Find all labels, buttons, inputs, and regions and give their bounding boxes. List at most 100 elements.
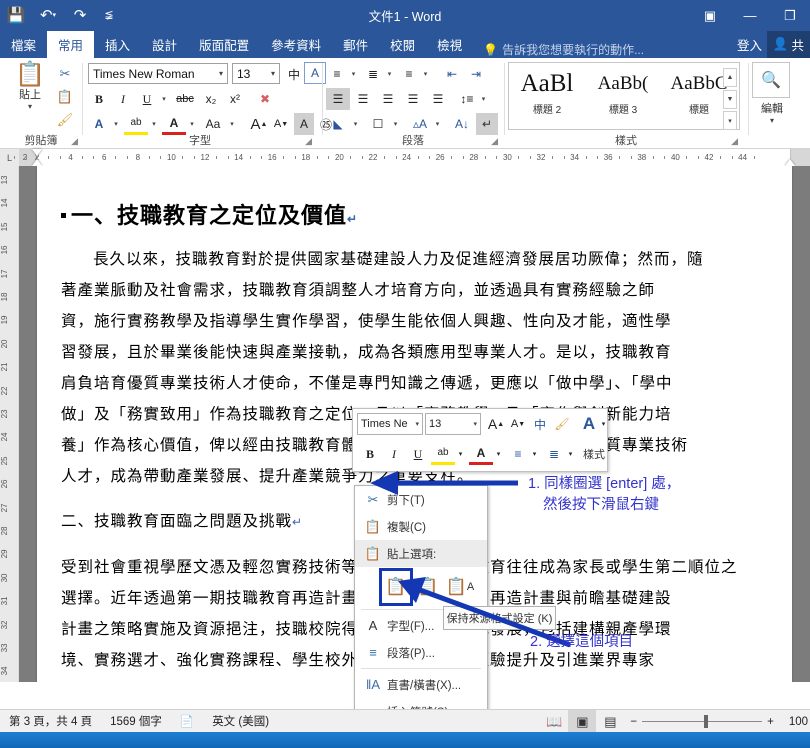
- mini-grow-font-icon[interactable]: A ▲: [485, 413, 507, 435]
- proofing-errors-icon[interactable]: 📄: [171, 714, 203, 728]
- chevron-down-icon[interactable]: ▾: [268, 69, 275, 78]
- zoom-slider[interactable]: − +: [624, 715, 779, 728]
- styles-gallery[interactable]: AaBl 標題 2 AaBb( 標題 3 AaBbC 標題 ▲ ▼ ▾: [508, 62, 740, 130]
- language-indicator[interactable]: 英文 (美國): [203, 713, 278, 729]
- first-line-indent-marker[interactable]: [32, 149, 42, 156]
- zoom-thumb[interactable]: [704, 715, 709, 728]
- decrease-indent-icon[interactable]: ⇤: [440, 63, 464, 85]
- ribbon-display-options-icon[interactable]: ▣: [690, 0, 730, 31]
- underline-button[interactable]: U: [136, 88, 158, 110]
- zoom-level[interactable]: 100: [780, 716, 810, 728]
- zoom-out-button[interactable]: −: [630, 716, 637, 728]
- tab-design[interactable]: 設計: [141, 31, 188, 58]
- mini-styles-button[interactable]: 樣式: [579, 443, 609, 465]
- align-right-icon[interactable]: ☰: [376, 88, 400, 110]
- scroll-up-icon[interactable]: ▲: [723, 68, 737, 87]
- restore-button[interactable]: ❐: [770, 0, 810, 31]
- mini-bullet-list-icon[interactable]: ≡: [507, 443, 529, 465]
- context-menu-item-copy[interactable]: 📋 複製(C): [355, 513, 487, 540]
- web-layout-icon[interactable]: ▤: [596, 710, 624, 733]
- chevron-down-icon[interactable]: ▾: [752, 116, 792, 125]
- zoom-in-button[interactable]: +: [767, 716, 774, 728]
- chevron-down-icon[interactable]: ▾: [348, 63, 359, 85]
- share-button[interactable]: 👤 共: [766, 31, 810, 58]
- zoom-track[interactable]: [642, 715, 763, 728]
- mini-font-color-icon[interactable]: A: [469, 443, 493, 465]
- tab-insert[interactable]: 插入: [94, 31, 141, 58]
- merge-formatting-icon[interactable]: 📋: [415, 572, 441, 602]
- distribute-icon[interactable]: ☰: [426, 88, 450, 110]
- tab-stop-icon[interactable]: L: [0, 149, 19, 166]
- line-spacing-icon[interactable]: ↕≡: [456, 88, 478, 110]
- paste-button[interactable]: 📋 貼上 ▾: [8, 62, 52, 112]
- keep-text-only-icon[interactable]: 📋 A: [446, 572, 475, 602]
- copy-icon[interactable]: 📋: [54, 86, 76, 108]
- mini-text-effects-icon[interactable]: A: [577, 411, 601, 437]
- chevron-down-icon[interactable]: ▾: [599, 413, 608, 435]
- mini-shrink-font-icon[interactable]: A ▼: [507, 413, 529, 435]
- subscript-button[interactable]: x₂: [200, 88, 222, 110]
- chevron-down-icon[interactable]: ▾: [8, 102, 52, 111]
- tab-mailings[interactable]: 郵件: [332, 31, 379, 58]
- style-heading2[interactable]: AaBl 標題 2: [509, 63, 585, 129]
- mini-bold-button[interactable]: B: [359, 443, 381, 465]
- bold-button[interactable]: B: [88, 88, 110, 110]
- chevron-down-icon[interactable]: ▾: [493, 443, 504, 465]
- clear-formatting-icon[interactable]: ✖: [254, 88, 276, 110]
- increase-indent-icon[interactable]: ⇥: [464, 63, 488, 85]
- tell-me-box[interactable]: 💡 告訴我您想要執行的動作...: [473, 41, 644, 58]
- tab-view[interactable]: 檢視: [426, 31, 473, 58]
- word-count[interactable]: 1569 個字: [101, 713, 171, 729]
- tab-layout[interactable]: 版面配置: [188, 31, 260, 58]
- style-heading3[interactable]: AaBb( 標題 3: [585, 63, 661, 129]
- strikethrough-button[interactable]: abc: [172, 88, 198, 110]
- keep-source-formatting-icon[interactable]: 📋: [379, 568, 413, 606]
- mini-font-size-box[interactable]: 13 ▾: [425, 413, 481, 435]
- styles-dialog-launcher[interactable]: ◢: [731, 136, 738, 147]
- tab-home[interactable]: 常用: [47, 31, 95, 58]
- mini-font-name-box[interactable]: Times Ne ▾: [357, 413, 423, 435]
- mini-numbered-list-icon[interactable]: ≣: [543, 443, 565, 465]
- justify-icon[interactable]: ☰: [401, 88, 425, 110]
- tab-references[interactable]: 參考資料: [260, 31, 332, 58]
- chevron-down-icon[interactable]: ▾: [529, 443, 540, 465]
- numbered-list-icon[interactable]: ≣: [362, 63, 384, 85]
- mini-phonetic-guide-icon[interactable]: 中: [529, 413, 551, 435]
- tab-file[interactable]: 檔案: [0, 31, 47, 58]
- scissors-icon[interactable]: ✂: [54, 63, 76, 85]
- context-menu-item-cut[interactable]: ✂ 剪下(T): [355, 486, 487, 513]
- sign-in-button[interactable]: 登入: [737, 31, 762, 58]
- chevron-down-icon[interactable]: ▾: [216, 69, 223, 78]
- read-mode-icon[interactable]: 📖: [540, 710, 568, 733]
- superscript-button[interactable]: x²: [224, 88, 246, 110]
- find-icon[interactable]: 🔍: [752, 62, 790, 98]
- minimize-button[interactable]: —: [730, 0, 770, 31]
- print-layout-icon[interactable]: ▣: [568, 710, 597, 733]
- page-indicator[interactable]: 第 3 頁，共 4 頁: [0, 713, 101, 729]
- chevron-down-icon[interactable]: ▾: [455, 443, 466, 465]
- align-center-icon[interactable]: ☰: [351, 88, 375, 110]
- clipboard-dialog-launcher[interactable]: ◢: [71, 136, 78, 147]
- paragraph-dialog-launcher[interactable]: ◢: [491, 136, 498, 147]
- context-menu-item-text-direction[interactable]: ‖A 直書/橫書(X)...: [355, 671, 487, 698]
- horizontal-ruler[interactable]: L 2 2 4 6 8 10 12 14 16 18 20 22 24 26 28 30 32 34 36 38 40 4…: [0, 149, 810, 166]
- mini-toolbar[interactable]: Times Ne ▾ 13 ▾ A ▲ A ▼ 中 🖌 A ▾ B I U ab ▾…: [352, 408, 608, 472]
- bullet-list-icon[interactable]: ≡: [326, 63, 348, 85]
- mini-italic-button[interactable]: I: [383, 443, 405, 465]
- scroll-down-icon[interactable]: ▼: [723, 89, 737, 109]
- chevron-down-icon[interactable]: ▾: [158, 88, 170, 110]
- mini-underline-button[interactable]: U: [407, 443, 429, 465]
- italic-button[interactable]: I: [112, 88, 134, 110]
- chevron-down-icon[interactable]: ▾: [415, 420, 419, 428]
- multilevel-list-icon[interactable]: ≡: [398, 63, 420, 85]
- more-styles-icon[interactable]: ▾: [723, 111, 737, 130]
- font-size-box[interactable]: 13 ▾: [232, 63, 280, 84]
- mini-highlight-icon[interactable]: ab: [431, 443, 455, 465]
- font-dialog-launcher[interactable]: ◢: [305, 136, 312, 147]
- chevron-down-icon[interactable]: ▾: [384, 63, 395, 85]
- align-left-icon[interactable]: ☰: [326, 88, 350, 110]
- format-painter-icon[interactable]: 🖌: [54, 109, 76, 131]
- hanging-indent-marker[interactable]: [32, 159, 42, 166]
- font-name-box[interactable]: Times New Roman ▾: [88, 63, 228, 84]
- ruler-track[interactable]: 2 2 4 6 8 10 12 14 16 18 20 22 24 26 28 30 32 34 36 38 40 42 4…: [14, 149, 810, 166]
